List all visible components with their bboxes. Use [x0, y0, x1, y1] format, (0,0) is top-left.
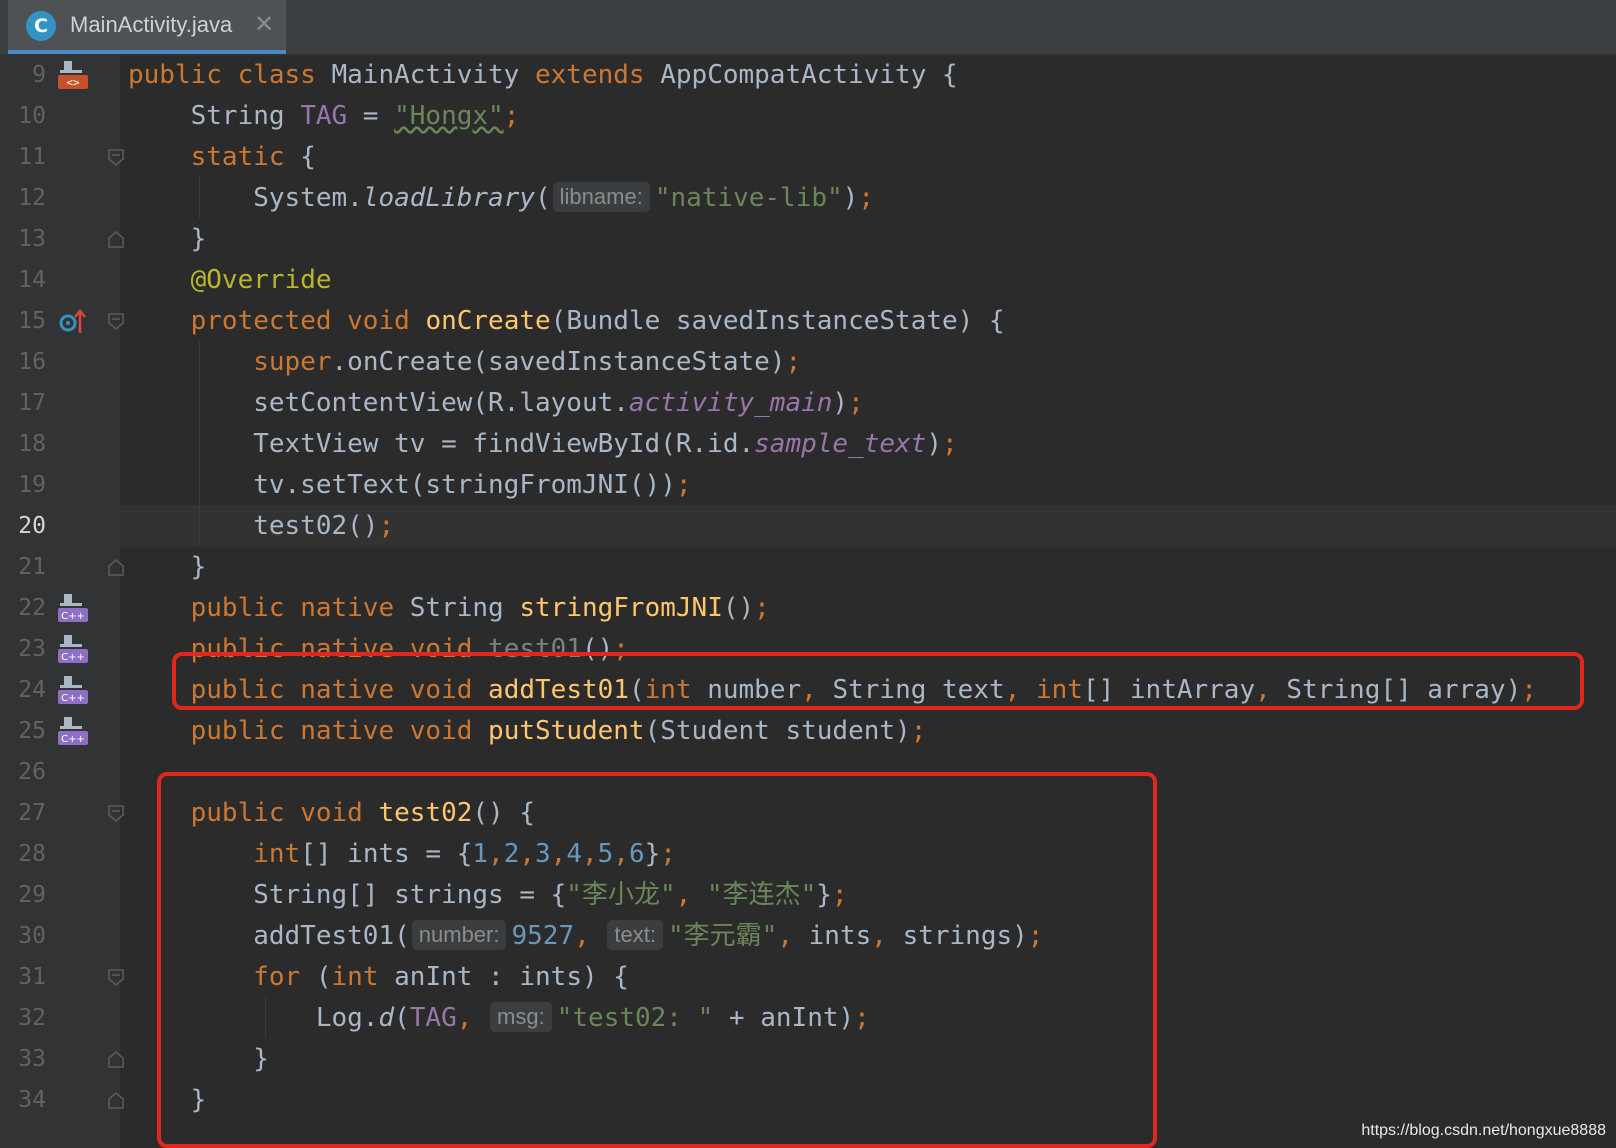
line-number: 18	[18, 431, 46, 457]
code-text: public class MainActivity extends AppCom…	[128, 60, 958, 90]
code-text: tv.setText(stringFromJNI());	[128, 470, 692, 500]
code-line: 13 }	[0, 218, 1616, 260]
line-number: 10	[18, 103, 46, 129]
code-line: 20 test02();	[0, 505, 1616, 547]
code-line: 11 static {	[0, 136, 1616, 178]
fold-open-icon[interactable]	[108, 805, 124, 822]
code-line: 18 TextView tv = findViewById(R.id.sampl…	[0, 423, 1616, 465]
fold-open-icon[interactable]	[108, 969, 124, 986]
code-line: 17 setContentView(R.layout.activity_main…	[0, 382, 1616, 424]
code-text: }	[128, 552, 207, 582]
svg-text:C++: C++	[61, 734, 85, 745]
line-number: 32	[18, 1005, 46, 1031]
indent-guide	[199, 177, 200, 218]
tab-mainactivity[interactable]: C MainActivity.java ✕	[8, 0, 286, 54]
line-number: 27	[18, 800, 46, 826]
code-line: 10 String TAG = "Hongx";	[0, 95, 1616, 137]
override-method-icon[interactable]	[58, 307, 90, 337]
line-number: 13	[18, 226, 46, 252]
code-line: 14 @Override	[0, 259, 1616, 301]
line-number: 14	[18, 267, 46, 293]
fold-open-icon[interactable]	[108, 313, 124, 330]
line-number: 9	[32, 62, 46, 88]
cpp-native-icon[interactable]: C++	[58, 594, 90, 624]
line-number: 21	[18, 554, 46, 580]
line-number: 30	[18, 923, 46, 949]
code-text: System.loadLibrary(libname: "native-lib")…	[128, 182, 874, 213]
code-text: setContentView(R.layout.activity_main);	[128, 388, 864, 418]
line-number: 19	[18, 472, 46, 498]
line-number: 22	[18, 595, 46, 621]
svg-text:C++: C++	[61, 652, 85, 663]
line-number: 15	[18, 308, 46, 334]
string-literal: "native-lib"	[654, 183, 843, 213]
code-text: String TAG = "Hongx";	[128, 101, 520, 131]
line-number: 20	[18, 513, 46, 539]
line-number: 17	[18, 390, 46, 416]
line-number: 26	[18, 759, 46, 785]
code-line: 21 }	[0, 546, 1616, 588]
editor-tab-bar: C MainActivity.java ✕	[0, 0, 1616, 55]
svg-text:C++: C++	[61, 611, 85, 622]
line-number: 25	[18, 718, 46, 744]
svg-text:<>: <>	[66, 76, 80, 89]
highlight-box-test02	[157, 772, 1157, 1148]
line-number: 23	[18, 636, 46, 662]
indent-guide	[199, 341, 200, 546]
fold-end-icon[interactable]	[108, 1051, 124, 1068]
param-hint: libname:	[552, 182, 650, 212]
java-class-icon: C	[26, 11, 56, 41]
fold-end-icon[interactable]	[108, 231, 124, 248]
line-number: 24	[18, 677, 46, 703]
code-text: public native String stringFromJNI();	[190, 593, 770, 623]
code-line: 19 tv.setText(stringFromJNI());	[0, 464, 1616, 506]
code-text: test02();	[128, 511, 395, 541]
line-number: 11	[18, 144, 46, 170]
code-text: }	[128, 224, 207, 254]
code-text: @Override	[190, 265, 332, 295]
cpp-native-icon[interactable]: C++	[58, 635, 90, 665]
line-number: 16	[18, 349, 46, 375]
code-text: static {	[190, 142, 316, 172]
line-number: 29	[18, 882, 46, 908]
code-line: 9 <> public class MainActivity extends A…	[0, 54, 1616, 96]
line-number: 12	[18, 185, 46, 211]
code-editor[interactable]: 9 <> public class MainActivity extends A…	[0, 54, 1616, 1148]
line-number: 31	[18, 964, 46, 990]
code-line: 15 protected void onCreate(Bundle savedI…	[0, 300, 1616, 342]
code-line: 25 C++ public native void putStudent(Stu…	[0, 710, 1616, 752]
code-text: TextView tv = findViewById(R.id.sample_t…	[128, 429, 958, 459]
string-literal: "Hongx"	[394, 101, 504, 131]
close-icon[interactable]: ✕	[254, 10, 274, 38]
fold-open-icon[interactable]	[108, 149, 124, 166]
line-number: 33	[18, 1046, 46, 1072]
code-line: 16 super.onCreate(savedInstanceState);	[0, 341, 1616, 383]
code-line: 12 System.loadLibrary(libname: "native-li…	[0, 177, 1616, 219]
watermark: https://blog.csdn.net/hongxue8888	[1361, 1122, 1606, 1139]
java-to-native-icon[interactable]: <>	[58, 61, 90, 91]
highlight-box-addtest01	[172, 652, 1584, 710]
code-text: protected void onCreate(Bundle savedInst…	[190, 306, 1005, 336]
svg-text:C++: C++	[61, 693, 85, 704]
code-text: public native void putStudent(Student st…	[190, 716, 927, 746]
line-number: 34	[18, 1087, 46, 1113]
code-text: super.onCreate(savedInstanceState);	[253, 347, 802, 377]
line-number: 28	[18, 841, 46, 867]
cpp-native-icon[interactable]: C++	[58, 717, 90, 747]
cpp-native-icon[interactable]: C++	[58, 676, 90, 706]
code-line: 22 C++ public native String stringFromJN…	[0, 587, 1616, 629]
fold-end-icon[interactable]	[108, 559, 124, 576]
fold-end-icon[interactable]	[108, 1092, 124, 1109]
tab-title: MainActivity.java	[70, 12, 233, 37]
